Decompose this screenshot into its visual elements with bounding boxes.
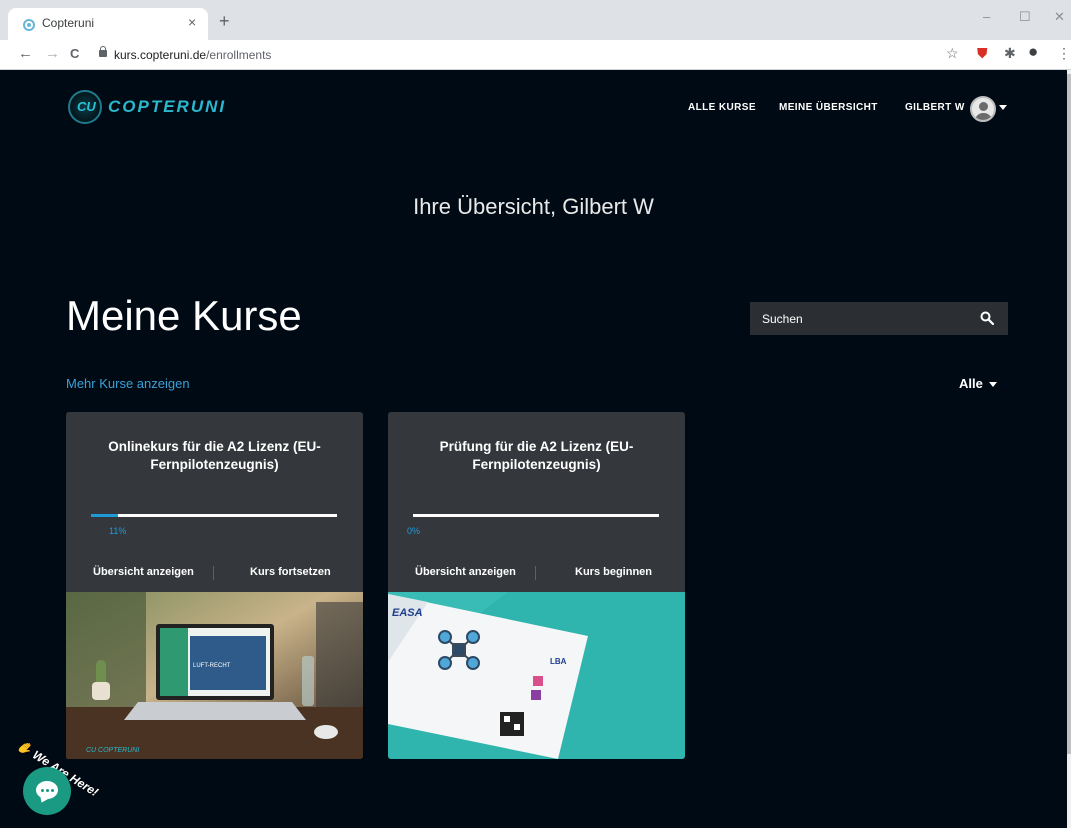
action-divider <box>213 566 214 580</box>
progress-bar <box>413 514 659 517</box>
browser-chrome: Copteruni × + – ☐ ✕ ← → C kurs.copteruni… <box>0 0 1071 70</box>
progress-label: 0% <box>407 526 421 536</box>
url-domain: kurs.copteruni.de <box>114 48 207 62</box>
progress-bar <box>91 514 337 517</box>
browser-menu-icon[interactable]: ⋮ <box>1057 45 1071 62</box>
favicon-icon <box>23 19 35 31</box>
site-logo[interactable]: CU COPTERUNI <box>68 90 238 124</box>
url-text: kurs.copteruni.de/enrollments <box>114 48 271 62</box>
page-content: CU COPTERUNI ALLE KURSE MEINE ÜBERSICHT … <box>0 70 1067 828</box>
start-course-button[interactable]: Kurs beginnen <box>575 566 652 578</box>
progress-fill <box>91 514 119 517</box>
chat-button[interactable] <box>23 767 71 815</box>
url-path: /enrollments <box>206 48 272 62</box>
overview-button[interactable]: Übersicht anzeigen <box>93 566 194 578</box>
scrollbar[interactable] <box>1067 70 1071 828</box>
action-divider <box>535 566 536 580</box>
close-window-button[interactable]: ✕ <box>1054 9 1065 25</box>
browser-tab[interactable]: Copteruni × <box>8 8 208 40</box>
image-tag: CU COPTERUNI <box>86 747 139 754</box>
easa-logo: EASA <box>392 607 423 619</box>
course-actions: Übersicht anzeigen Kurs beginnen <box>388 566 685 584</box>
progress-label: 11% <box>109 526 127 536</box>
course-actions: Übersicht anzeigen Kurs fortsetzen <box>66 566 363 584</box>
back-icon[interactable]: ← <box>18 45 33 62</box>
lock-icon <box>99 46 107 57</box>
reload-icon[interactable]: C <box>70 46 79 61</box>
logo-mark-text: CU <box>77 99 96 114</box>
new-tab-button[interactable]: + <box>219 12 230 30</box>
continue-course-button[interactable]: Kurs fortsetzen <box>250 566 331 578</box>
minimize-button[interactable]: – <box>983 9 990 24</box>
chat-icon-dot <box>46 789 49 792</box>
certificate-illustration: EASA LBA <box>388 592 685 759</box>
chat-icon-dot <box>51 789 54 792</box>
logo-text: COPTERUNI <box>108 97 227 116</box>
filter-dropdown[interactable]: Alle <box>959 376 983 391</box>
extensions-puzzle-icon[interactable]: ✱ <box>1004 45 1016 62</box>
scrollbar-thumb[interactable] <box>1067 74 1071 754</box>
search-placeholder: Suchen <box>762 312 803 326</box>
section-title: Meine Kurse <box>66 292 302 339</box>
chat-icon-dot <box>41 789 44 792</box>
tab-strip: Copteruni × + – ☐ ✕ <box>0 0 1071 40</box>
course-card: Onlinekurs für die A2 Lizenz (EU-Fernpil… <box>66 412 363 759</box>
tab-close-button[interactable]: × <box>188 14 196 30</box>
tab-title: Copteruni <box>42 16 95 30</box>
course-image-laptop[interactable]: LUFT-RECHT CU COPTERUNI <box>66 592 363 759</box>
lba-logo: LBA <box>550 657 567 666</box>
course-card: Prüfung für die A2 Lizenz (EU-Fernpilote… <box>388 412 685 759</box>
course-title[interactable]: Prüfung für die A2 Lizenz (EU-Fernpilote… <box>408 438 665 474</box>
shield-extension-icon[interactable]: ⛊ <box>977 45 988 62</box>
chevron-down-icon[interactable] <box>999 105 1007 110</box>
profile-icon[interactable]: ● <box>1028 42 1038 62</box>
bookmark-star-icon[interactable]: ☆ <box>946 45 959 62</box>
more-courses-link[interactable]: Mehr Kurse anzeigen <box>66 376 190 391</box>
search-icon[interactable] <box>980 311 994 325</box>
nav-meine-uebersicht[interactable]: MEINE ÜBERSICHT <box>779 102 878 113</box>
forward-icon[interactable]: → <box>45 45 60 62</box>
course-image-certificate[interactable]: EASA LBA <box>388 592 685 759</box>
page-title: Ihre Übersicht, Gilbert W <box>413 194 654 219</box>
avatar[interactable] <box>970 96 996 122</box>
nav-user-menu[interactable]: GILBERT W <box>905 102 965 113</box>
laptop-desk-illustration: LUFT-RECHT CU COPTERUNI <box>66 592 363 759</box>
filter-chevron-down-icon[interactable] <box>989 382 997 387</box>
course-title[interactable]: Onlinekurs für die A2 Lizenz (EU-Fernpil… <box>86 438 343 474</box>
overview-button[interactable]: Übersicht anzeigen <box>415 566 516 578</box>
screen-text: LUFT-RECHT <box>193 663 231 669</box>
search-input[interactable]: Suchen <box>750 302 1008 335</box>
maximize-button[interactable]: ☐ <box>1019 9 1031 25</box>
nav-alle-kurse[interactable]: ALLE KURSE <box>688 102 756 113</box>
browser-toolbar: ← → C kurs.copteruni.de/enrollments ☆ ⛊ … <box>0 40 1071 70</box>
logo-mark-icon: CU <box>68 90 102 124</box>
address-bar[interactable]: kurs.copteruni.de/enrollments <box>92 44 932 66</box>
